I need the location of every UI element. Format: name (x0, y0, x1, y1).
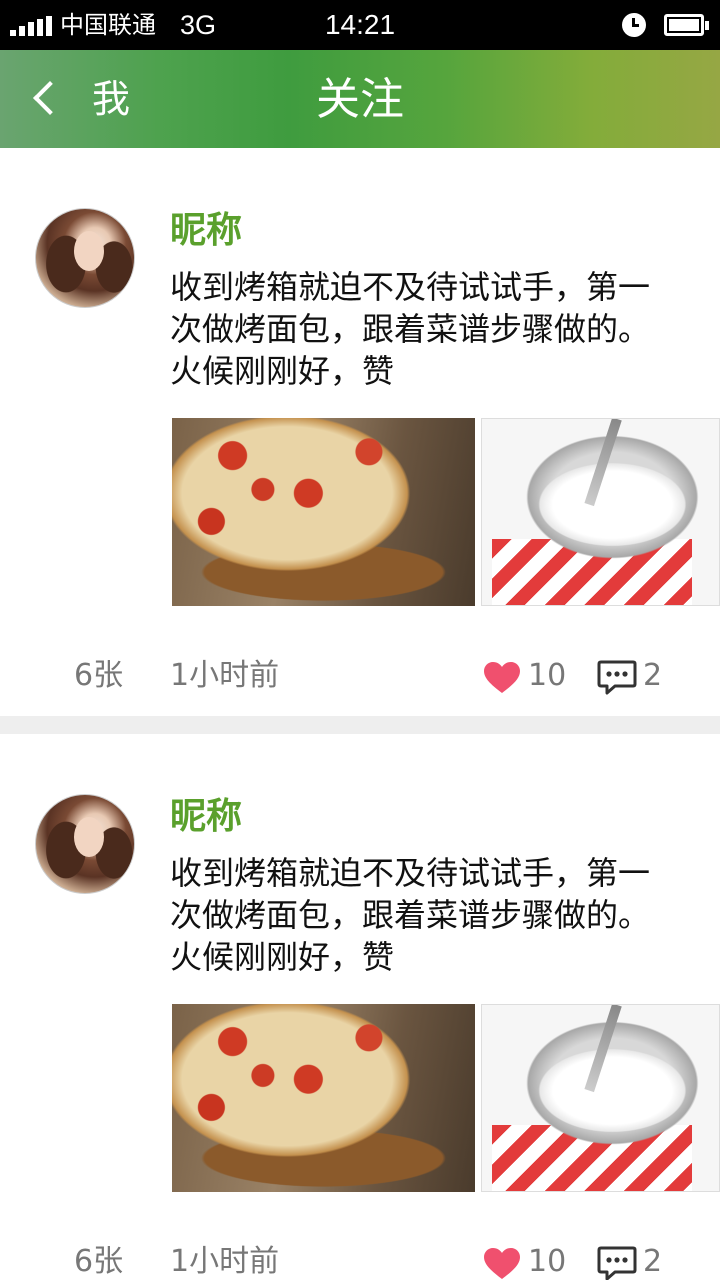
post-divider (0, 716, 720, 734)
mixing-bowl-photo[interactable] (481, 1004, 720, 1192)
comment-count: 2 (643, 1244, 663, 1279)
comment-icon (597, 660, 637, 695)
like-button[interactable]: 10 (482, 656, 572, 696)
nav-bar: 我 关注 (0, 50, 720, 148)
pizza-photo[interactable] (172, 1004, 475, 1192)
alarm-icon (622, 13, 646, 37)
mixing-bowl-photo[interactable] (481, 418, 720, 606)
post-text: 收到烤箱就迫不及待试试手，第一次做烤面包，跟着菜谱步骤做的。火候刚刚好，赞 (170, 854, 651, 976)
feed-post: 昵称 收到烤箱就迫不及待试试手，第一次做烤面包，跟着菜谱步骤做的。火候刚刚好，赞… (0, 734, 720, 1280)
status-time: 14:21 (324, 9, 396, 40)
like-button[interactable]: 10 (482, 1242, 572, 1280)
post-time: 1小时前 (170, 658, 280, 693)
feed-list: 昵称 收到烤箱就迫不及待试试手，第一次做烤面包，跟着菜谱步骤做的。火候刚刚好，赞… (0, 148, 720, 1280)
post-text: 收到烤箱就迫不及待试试手，第一次做烤面包，跟着菜谱步骤做的。火候刚刚好，赞 (170, 268, 651, 390)
post-nickname[interactable]: 昵称 (170, 794, 242, 840)
comment-icon (597, 1246, 637, 1280)
heart-icon (484, 662, 520, 693)
photo-strip (172, 1004, 720, 1192)
post-time: 1小时前 (170, 1244, 280, 1279)
battery-icon (664, 14, 709, 36)
like-count: 10 (528, 658, 567, 693)
comment-button[interactable]: 2 (597, 656, 677, 696)
photo-count: 6张 (74, 1244, 124, 1279)
status-bar: 中国联通 3G 14:21 (0, 0, 720, 50)
comment-count: 2 (643, 658, 663, 693)
like-count: 10 (528, 1244, 567, 1279)
photo-strip (172, 418, 720, 606)
comment-button[interactable]: 2 (597, 1242, 677, 1280)
avatar[interactable] (35, 794, 135, 894)
pizza-photo[interactable] (172, 418, 475, 606)
feed-post: 昵称 收到烤箱就迫不及待试试手，第一次做烤面包，跟着菜谱步骤做的。火候刚刚好，赞… (0, 148, 720, 716)
heart-icon (484, 1248, 520, 1279)
post-nickname[interactable]: 昵称 (170, 208, 242, 254)
photo-count: 6张 (74, 658, 124, 693)
avatar[interactable] (35, 208, 135, 308)
page-title: 关注 (316, 74, 404, 125)
